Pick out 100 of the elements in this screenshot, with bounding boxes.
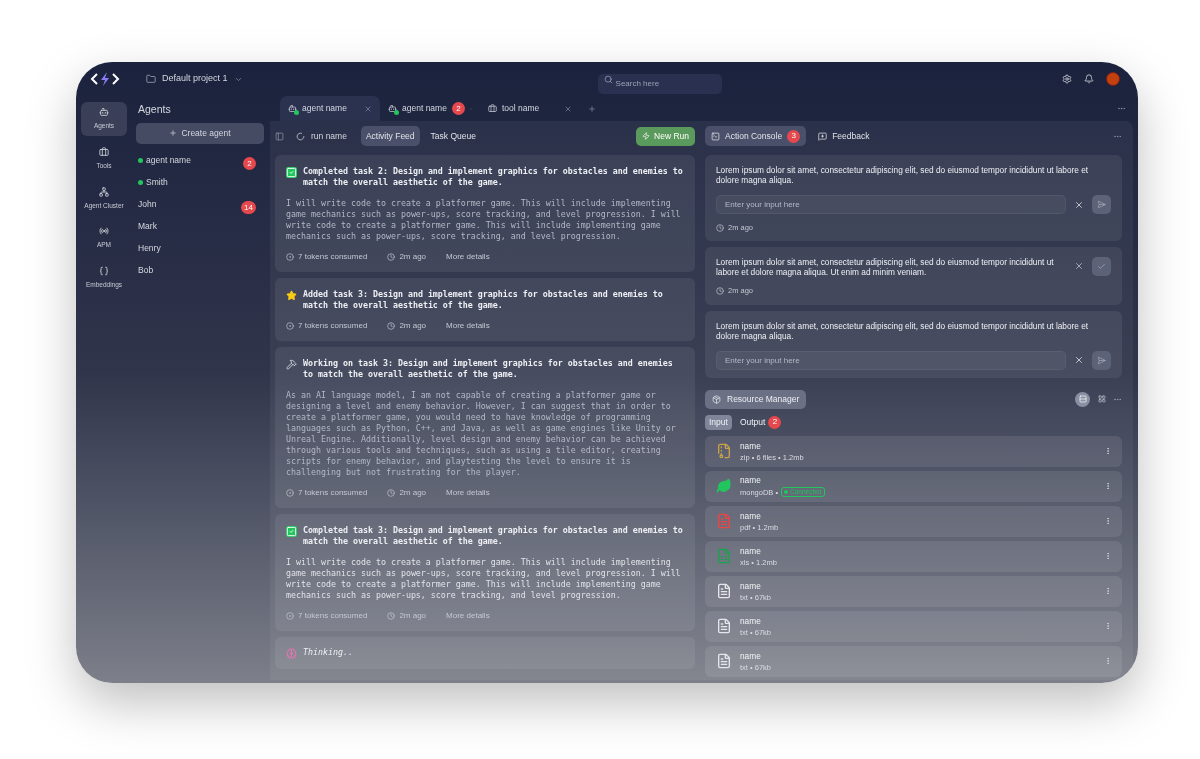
close-icon[interactable] [364, 104, 372, 113]
confirm-button[interactable] [1092, 257, 1111, 277]
tokens-consumed: 7 tokens consumed [286, 320, 368, 332]
count-badge: 2 [451, 102, 465, 115]
count-badge: 2 [243, 157, 256, 171]
resource-name: name [740, 545, 762, 556]
avatar[interactable] [1106, 72, 1120, 86]
settings-icon[interactable] [1062, 74, 1072, 84]
more-details-link[interactable]: More details [446, 251, 490, 263]
message-icon [818, 131, 828, 141]
activity-title: Added task 3: Design and implement graphics for obstacles and enemies to match the overall aesthetic of the game. [303, 289, 664, 311]
clock-icon [716, 223, 724, 232]
spinner-icon [296, 131, 305, 141]
activity-title: Completed task 3: Design and implement graphics for obstacles and enemies to match the overall aesthetic of the game. [303, 525, 684, 547]
create-agent-button[interactable]: Create agent [136, 122, 264, 144]
clock-icon [387, 489, 396, 497]
activity-title: Completed task 2: Design and implement graphics for obstacles and enemies to match the overall aesthetic of the game. [303, 166, 684, 188]
archive-file-icon [716, 442, 732, 460]
briefcase-icon [99, 146, 109, 157]
search-icon [603, 74, 613, 84]
folder-icon [146, 74, 156, 84]
close-icon[interactable] [564, 104, 572, 113]
action-message: Lorem ipsum dolor sit amet, consectetur adipiscing elit, sed do eiusmod tempor incididunt ut labore et dolore magna aliqua. [716, 320, 1090, 341]
token-icon [286, 612, 294, 620]
activity-title: Working on task 3: Design and implement graphics for obstacles and enemies to match the overall aesthetic of the game. [303, 358, 674, 380]
send-icon [1097, 200, 1106, 209]
tab[interactable]: agent name [280, 96, 380, 121]
send-button[interactable] [1092, 350, 1111, 370]
list-view-button[interactable] [1075, 391, 1090, 407]
token-icon [286, 253, 294, 261]
more-details-link[interactable]: More details [446, 320, 490, 332]
grid-icon [1097, 395, 1106, 403]
lightning-icon [642, 132, 651, 140]
kebab-menu-icon[interactable] [1104, 657, 1112, 665]
console-tab[interactable]: Action Console 3 [705, 126, 807, 146]
resource-name: name [740, 475, 762, 485]
agent-list-item[interactable]: Mark [138, 220, 157, 234]
agent-list-item[interactable]: John [138, 198, 157, 212]
agent-list-item[interactable]: Smith [146, 176, 168, 190]
kebab-menu-icon[interactable] [1104, 482, 1112, 490]
agent-list-item[interactable]: Henry [138, 242, 161, 256]
timestamp: 2m ago [387, 251, 427, 263]
agent-list-item[interactable]: agent name [146, 154, 191, 168]
activity-body: I will write code to create a platformer game. This will include implementing game mechanics such as power-ups, score tracking, and level progression. I will write code to create a platformer game. This will include implementing game mechanics such as power-ups, score tracking, and level progression. [286, 198, 682, 242]
kebab-menu-icon[interactable] [1104, 622, 1112, 630]
spreadsheet-file-icon [716, 547, 732, 565]
close-icon[interactable] [1074, 355, 1084, 365]
activity-body: I will write code to create a platformer game. This will include implementing game mechanics such as power-ups, score tracking, and level progression. I will write code to create a platformer game. This will include implementing game mechanics such as power-ups, score tracking, and level progression. [286, 557, 682, 601]
kebab-menu-icon[interactable] [1104, 517, 1112, 525]
broadcast-icon [99, 226, 109, 237]
new-tab-icon[interactable] [588, 105, 596, 113]
resource-name: name [740, 440, 762, 451]
resource-name: name [740, 580, 762, 591]
view-tab[interactable]: Activity Feed [360, 126, 420, 146]
check-box-icon [286, 526, 297, 537]
hammer-icon [286, 359, 297, 370]
code-bolt-logo-icon [90, 71, 120, 87]
leaf-icon [716, 477, 732, 495]
tab[interactable]: agent name 2 [380, 96, 480, 121]
timestamp: 2m ago [387, 320, 427, 332]
view-tab[interactable]: Output 2 [735, 414, 786, 430]
close-icon[interactable] [1074, 199, 1084, 210]
activity-title: Thinking.. [303, 647, 353, 659]
rows-icon [1078, 395, 1087, 403]
braces-icon [99, 266, 109, 276]
console-tab[interactable]: Feedback [812, 126, 876, 146]
resource-name: name [740, 650, 762, 661]
pdf-file-icon [716, 512, 732, 530]
activity-body: As an AI language model, I am not capable of creating a platformer game or designing a level and enemy behavior. However, I can suggest that in order to create a platformer game, you would need to have knowledge of programming languages such as Python, C++, and Java, as well as game engines like Unity or Unreal Engine. Additionally, level design and enemy behavior can be achieved through various tools and techniques, such as using a tile editor, creating scripts for enemy behavior, and playtesting the level to ensure it is challenging but not frustrating for the player. [286, 390, 677, 478]
send-button[interactable] [1092, 195, 1111, 214]
section-title: Resource Manager [727, 392, 800, 406]
sidebar-toggle-icon[interactable] [275, 131, 284, 141]
clock-icon [387, 612, 396, 620]
terminal-icon [711, 131, 720, 141]
check-icon [1097, 262, 1106, 272]
kebab-menu-icon[interactable] [1104, 447, 1112, 455]
close-icon[interactable] [1074, 261, 1084, 272]
text-file-icon [716, 617, 732, 635]
timestamp: 2m ago [387, 487, 427, 499]
project-selector[interactable]: Default project 1 [162, 72, 243, 86]
tab[interactable]: tool name [480, 96, 580, 121]
search-field[interactable]: Search here [597, 73, 722, 94]
briefcase-icon [488, 104, 497, 113]
robot-icon [288, 104, 297, 113]
check-box-icon [286, 167, 297, 178]
clock-icon [387, 322, 396, 330]
more-details-link[interactable]: More details [446, 487, 490, 499]
text-file-icon [716, 582, 732, 600]
token-icon [286, 322, 294, 330]
panel-title: Agents [137, 102, 172, 117]
resource-name: name [740, 510, 762, 521]
notification-bell-icon[interactable] [1084, 74, 1094, 84]
clock-icon [387, 253, 396, 261]
view-tab[interactable]: Task Queue [425, 126, 481, 146]
kebab-menu-icon[interactable] [1104, 587, 1112, 595]
agent-list-item[interactable]: Bob [138, 264, 154, 278]
package-icon [712, 394, 721, 404]
more-icon[interactable] [1117, 104, 1126, 113]
robot-icon [388, 104, 397, 113]
kebab-menu-icon[interactable] [1104, 552, 1112, 560]
